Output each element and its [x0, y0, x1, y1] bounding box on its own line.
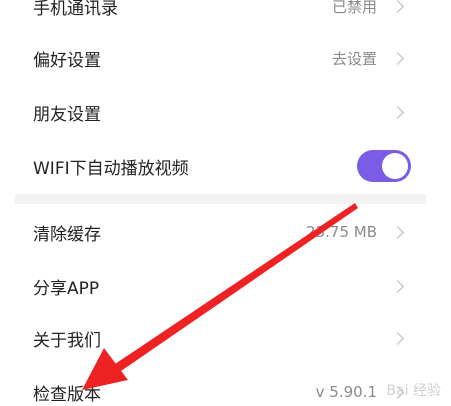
chevron-right-icon — [391, 225, 404, 239]
section-divider — [15, 194, 426, 204]
row-about-us[interactable]: 关于我们 — [15, 310, 426, 366]
row-clear-cache[interactable]: 清除缓存 23.75 MB — [15, 204, 426, 260]
row-preferences[interactable]: 偏好设置 去设置 — [15, 30, 426, 86]
row-value: 23.75 MB — [306, 223, 377, 241]
chevron-right-icon — [391, 279, 404, 293]
chevron-right-icon — [391, 0, 404, 13]
wifi-autoplay-toggle[interactable] — [357, 150, 411, 182]
row-check-version[interactable]: 检查版本 v 5.90.1 — [15, 364, 426, 406]
watermark: Bai 经验 — [386, 383, 441, 399]
chevron-right-icon — [391, 105, 404, 119]
settings-group-general: 手机通讯录 已禁用 偏好设置 去设置 朋友设置 WIFI下自动播放视频 — [15, 0, 426, 196]
row-wifi-autoplay: WIFI下自动播放视频 — [15, 138, 426, 194]
row-label: 偏好设置 — [33, 50, 101, 71]
row-value: 已禁用 — [331, 0, 377, 16]
settings-group-app: 清除缓存 23.75 MB 分享APP 关于我们 检查版本 v 5.90.1 — [15, 204, 426, 406]
row-label: 检查版本 — [33, 384, 101, 405]
row-label: 分享APP — [33, 278, 100, 299]
row-phone-contacts[interactable]: 手机通讯录 已禁用 — [15, 0, 426, 34]
chevron-right-icon — [391, 331, 404, 345]
row-share-app[interactable]: 分享APP — [15, 258, 426, 314]
row-value: 去设置 — [331, 49, 377, 68]
row-label: 朋友设置 — [33, 104, 101, 125]
row-label: WIFI下自动播放视频 — [33, 158, 189, 179]
row-label: 关于我们 — [33, 330, 101, 351]
toggle-knob — [382, 153, 408, 179]
row-label: 清除缓存 — [33, 224, 101, 245]
settings-screen: 手机通讯录 已禁用 偏好设置 去设置 朋友设置 WIFI下自动播放视频 清除缓存… — [0, 0, 451, 406]
row-value: v 5.90.1 — [315, 383, 377, 401]
row-label: 手机通讯录 — [33, 0, 118, 19]
chevron-right-icon — [391, 51, 404, 65]
row-friend-settings[interactable]: 朋友设置 — [15, 84, 426, 140]
